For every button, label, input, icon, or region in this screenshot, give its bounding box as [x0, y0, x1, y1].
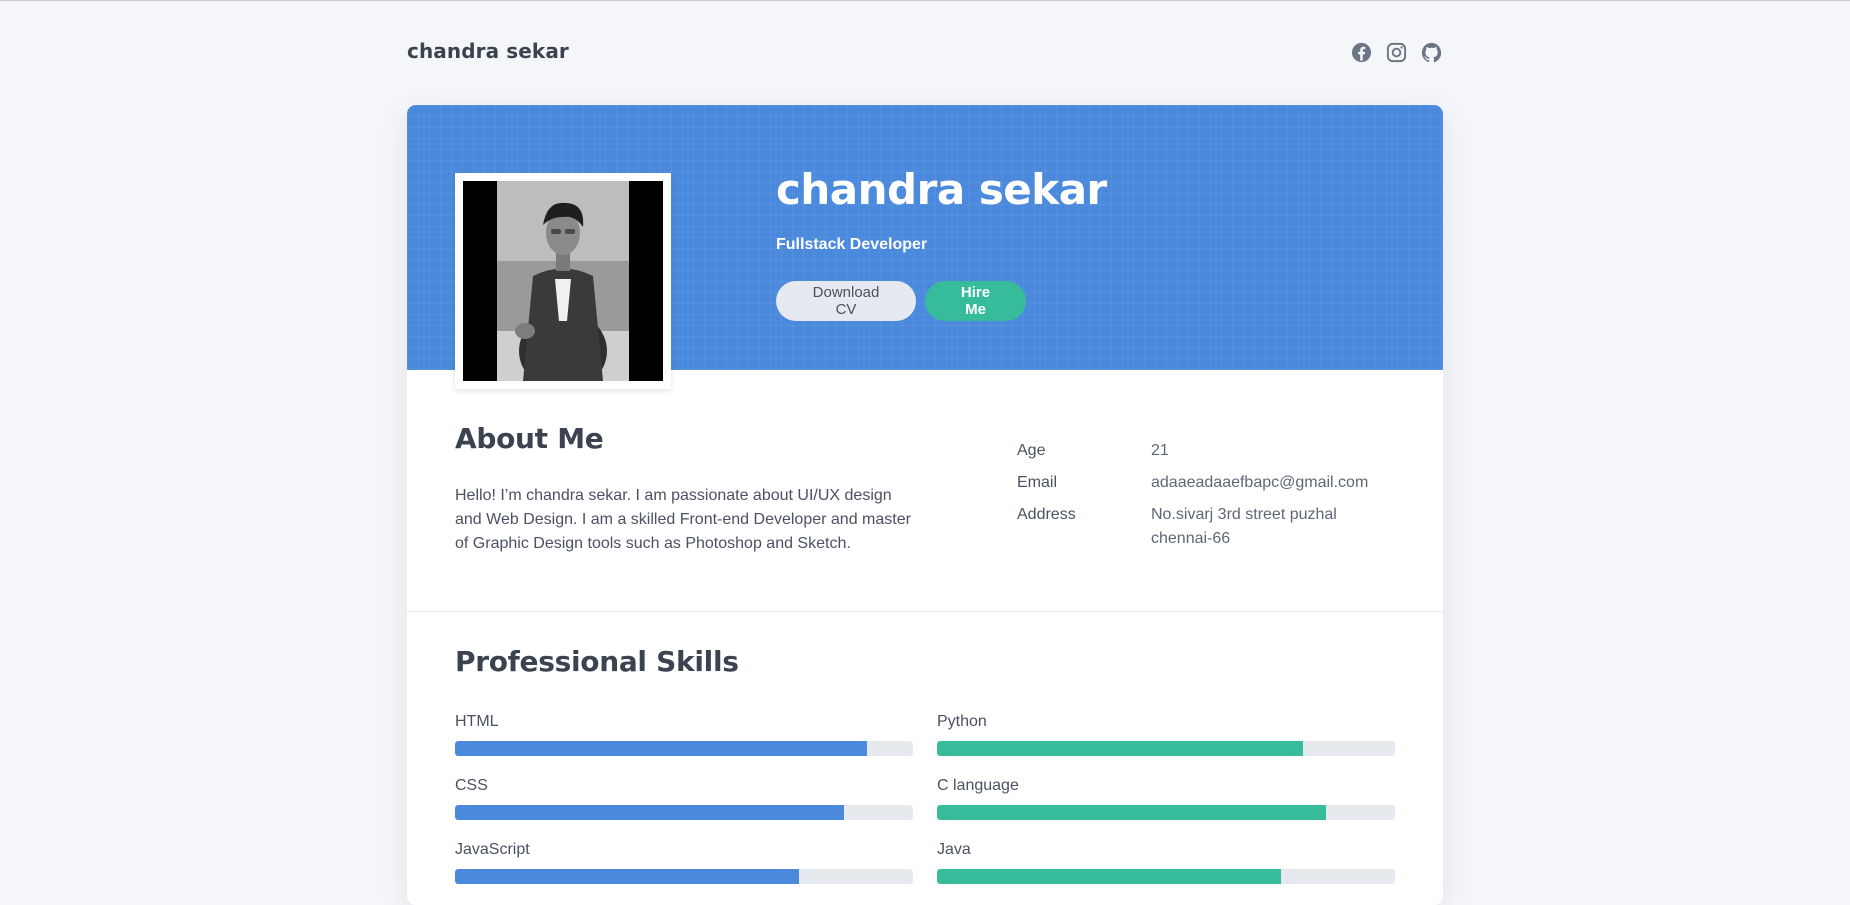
- info-row-email: Email adaaeadaaefbapc@gmail.com: [1017, 471, 1397, 495]
- skill-bar-fill: [455, 805, 845, 820]
- skill-item: Python: [937, 712, 1395, 776]
- profile-photo: [463, 181, 663, 381]
- skill-name: C language: [937, 777, 1019, 794]
- skill-bar-fill: [937, 741, 1304, 756]
- info-value: adaaeadaaefbapc@gmail.com: [1151, 474, 1369, 491]
- skill-name: JavaScript: [455, 841, 530, 858]
- about-title: About Me: [455, 422, 604, 455]
- skill-name: CSS: [455, 777, 488, 794]
- info-value: 21: [1151, 442, 1169, 459]
- info-label: Address: [1017, 506, 1076, 523]
- hero-role: Fullstack Developer: [776, 236, 928, 253]
- hero-banner: chandra sekar Fullstack Developer Downlo…: [407, 105, 1443, 389]
- skill-bar-fill: [937, 805, 1327, 820]
- skill-item: Java: [937, 840, 1395, 904]
- skill-bar: [937, 741, 1395, 756]
- skill-bar: [937, 869, 1395, 884]
- brand-name[interactable]: chandra sekar: [407, 39, 569, 63]
- page-container: chandra sekar chandra sekar Fullstack De…: [407, 1, 1443, 905]
- hero-actions: Download CV Hire Me: [776, 281, 1026, 321]
- download-cv-button[interactable]: Download CV: [776, 281, 916, 321]
- skills-grid: HTML Python CSS C language JavaScript Ja…: [455, 712, 1395, 904]
- skill-name: HTML: [455, 713, 499, 730]
- social-links: [1350, 41, 1443, 64]
- skill-bar-fill: [455, 741, 868, 756]
- skill-item: JavaScript: [455, 840, 913, 904]
- skill-item: CSS: [455, 776, 913, 840]
- facebook-icon[interactable]: [1350, 41, 1373, 64]
- skill-bar: [937, 805, 1395, 820]
- skill-item: C language: [937, 776, 1395, 840]
- hire-me-button[interactable]: Hire Me: [925, 281, 1026, 321]
- profile-card: chandra sekar Fullstack Developer Downlo…: [407, 105, 1443, 905]
- avatar: [455, 173, 671, 389]
- info-label: Email: [1017, 474, 1058, 491]
- hero-name: chandra sekar: [776, 165, 1107, 214]
- top-bar: chandra sekar: [407, 1, 1443, 104]
- skill-name: Python: [937, 713, 987, 730]
- about-text: Hello! I’m chandra sekar. I am passionat…: [455, 487, 911, 552]
- skill-name: Java: [937, 841, 971, 858]
- info-list: Age 21 Email adaaeadaaefbapc@gmail.com A…: [1017, 439, 1397, 559]
- skills-title: Professional Skills: [455, 645, 739, 678]
- skills-section: Professional Skills HTML Python CSS C la…: [407, 612, 1443, 905]
- skill-bar-fill: [937, 869, 1281, 884]
- skill-item: HTML: [455, 712, 913, 776]
- github-icon[interactable]: [1420, 41, 1443, 64]
- skill-bar: [455, 741, 913, 756]
- info-value: No.sivarj 3rd street puzhal chennai-66: [1151, 506, 1337, 547]
- about-section: About Me Hello! I’m chandra sekar. I am …: [407, 370, 1443, 612]
- info-row-age: Age 21: [1017, 439, 1397, 463]
- info-label: Age: [1017, 442, 1046, 459]
- instagram-icon[interactable]: [1385, 41, 1408, 64]
- info-row-address: Address No.sivarj 3rd street puzhal chen…: [1017, 503, 1397, 551]
- skill-bar: [455, 869, 913, 884]
- skill-bar: [455, 805, 913, 820]
- skill-bar-fill: [455, 869, 799, 884]
